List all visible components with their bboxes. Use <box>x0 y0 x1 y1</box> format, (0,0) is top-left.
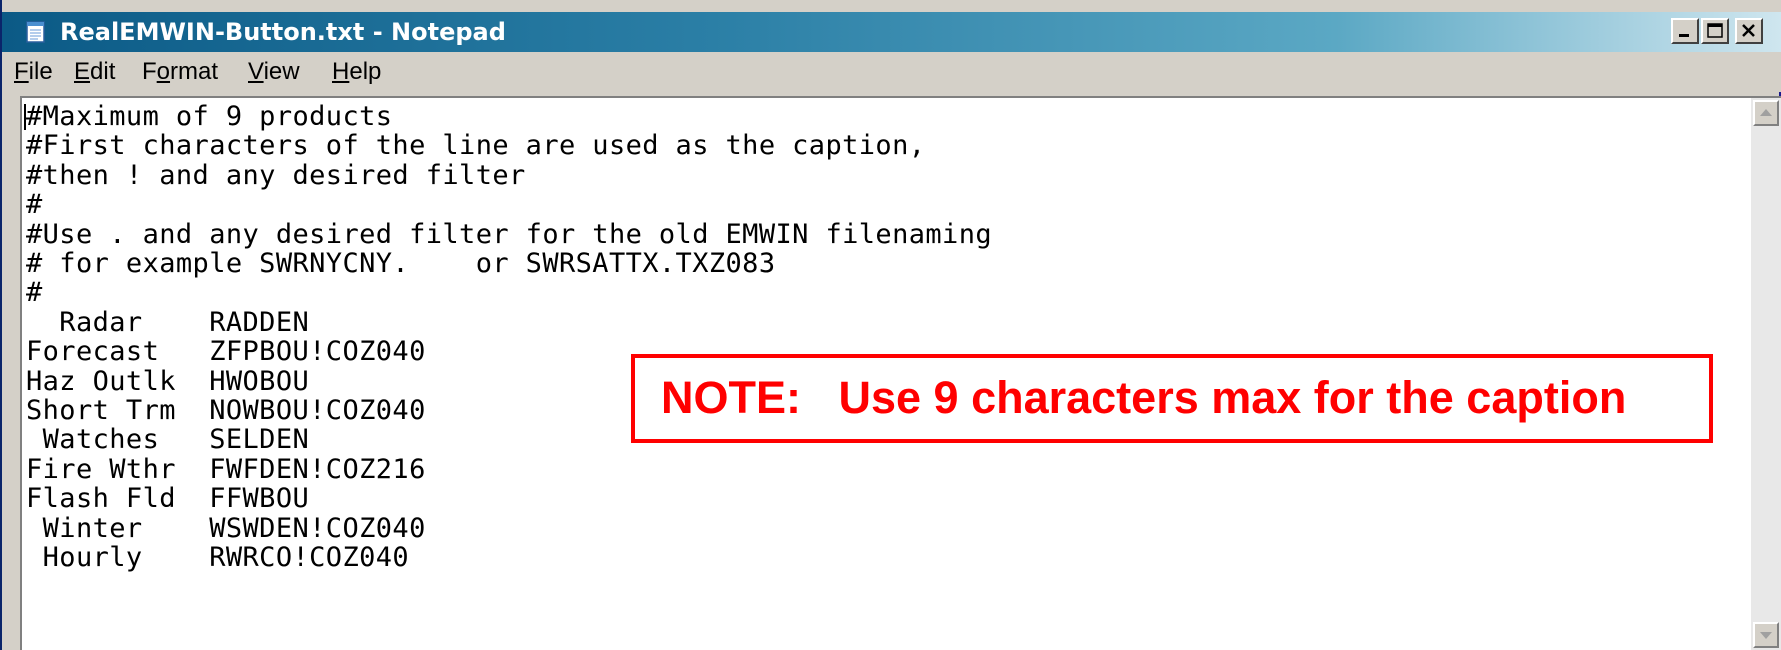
menu-edit-label: dit <box>90 58 116 85</box>
menu-bar: File Edit Format View Help <box>2 52 1781 92</box>
window-controls <box>1671 18 1763 44</box>
scroll-down-arrow-icon <box>1760 632 1772 639</box>
scroll-up-arrow-icon <box>1760 109 1772 116</box>
menu-format[interactable]: Format <box>142 58 218 86</box>
menu-help-mnemonic: H <box>332 58 350 85</box>
editor-line: # <box>26 189 43 221</box>
editor-line: Hourly RWRCO!COZ040 <box>26 542 410 574</box>
window-title: RealEMWIN-Button.txt - Notepad <box>60 18 506 46</box>
menu-file-label: ile <box>28 58 53 85</box>
menu-view-mnemonic: V <box>248 58 264 85</box>
menu-format-prefix: F <box>142 58 157 85</box>
editor-line: Winter WSWDEN!COZ040 <box>26 512 426 544</box>
editor-line: # for example SWRNYCNY. or SWRSATTX.TXZ0… <box>26 248 776 280</box>
maximize-icon <box>1707 23 1723 38</box>
maximize-button[interactable] <box>1701 18 1729 44</box>
minimize-icon <box>1679 34 1689 37</box>
editor-line: #Use . and any desired filter for the ol… <box>26 218 993 250</box>
close-button[interactable] <box>1735 18 1763 44</box>
menu-format-mnemonic: o <box>156 58 171 85</box>
note-text: NOTE: Use 9 characters max for the capti… <box>661 372 1627 423</box>
menu-help[interactable]: Help <box>332 58 381 86</box>
editor-line: Radar RADDEN <box>26 306 310 338</box>
vertical-scrollbar[interactable] <box>1751 98 1781 650</box>
editor-line: Flash Fld FFWBOU <box>26 483 310 515</box>
scroll-up-button[interactable] <box>1753 100 1779 126</box>
menu-edit[interactable]: Edit <box>74 58 115 86</box>
menu-file[interactable]: File <box>14 58 53 86</box>
menu-view-label: iew <box>263 58 300 85</box>
notepad-window: RealEMWIN-Button.txt - Notepad File Edit… <box>0 0 1781 650</box>
close-icon <box>1742 24 1755 37</box>
editor-line: # <box>26 277 43 309</box>
note-callout: NOTE: Use 9 characters max for the capti… <box>631 354 1713 443</box>
editor-line: Fire Wthr FWFDEN!COZ216 <box>26 453 426 485</box>
menu-view[interactable]: View <box>248 58 300 86</box>
menu-format-label: rmat <box>170 58 219 85</box>
scroll-down-button[interactable] <box>1753 622 1779 648</box>
title-bar[interactable]: RealEMWIN-Button.txt - Notepad <box>2 12 1781 52</box>
menu-file-mnemonic: F <box>14 58 29 85</box>
minimize-button[interactable] <box>1671 18 1699 44</box>
menu-edit-mnemonic: E <box>74 58 91 85</box>
editor-line: #then ! and any desired filter <box>26 159 526 191</box>
editor-line: #First characters of the line are used a… <box>26 130 926 162</box>
menu-help-label: elp <box>349 58 382 85</box>
notepad-icon <box>26 21 45 43</box>
editor-line: #Maximum of 9 products <box>26 102 393 132</box>
